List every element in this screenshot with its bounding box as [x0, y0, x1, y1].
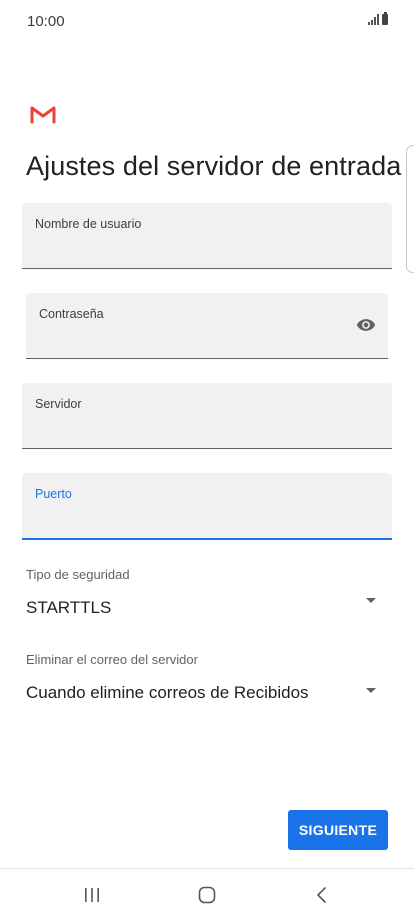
- battery-icon: [382, 12, 388, 25]
- recent-apps-button[interactable]: [62, 869, 122, 920]
- gmail-logo-icon: [30, 106, 56, 124]
- port-input[interactable]: [35, 512, 345, 530]
- page-title: Ajustes del servidor de entrada: [26, 151, 402, 181]
- server-field[interactable]: Servidor: [22, 383, 392, 449]
- status-bar: 10:00: [0, 0, 414, 44]
- status-icons: [368, 12, 388, 25]
- port-field[interactable]: Puerto: [22, 473, 392, 540]
- delete-mail-label: Eliminar el correo del servidor: [26, 652, 198, 667]
- eye-icon[interactable]: [353, 315, 379, 335]
- server-label: Servidor: [35, 397, 82, 411]
- password-input[interactable]: [39, 332, 341, 350]
- security-type-dropdown[interactable]: STARTTLS: [22, 590, 392, 634]
- chevron-down-icon: [366, 688, 376, 693]
- username-input[interactable]: [35, 242, 345, 260]
- home-icon: [198, 886, 216, 903]
- back-icon: [317, 886, 326, 903]
- username-label: Nombre de usuario: [35, 217, 142, 231]
- status-time: 10:00: [27, 13, 65, 30]
- back-button[interactable]: [292, 869, 352, 920]
- next-button[interactable]: SIGUIENTE: [288, 810, 388, 850]
- signal-icon: [368, 14, 379, 25]
- security-type-label: Tipo de seguridad: [26, 567, 130, 582]
- password-field[interactable]: Contraseña: [26, 293, 388, 359]
- navigation-bar: [0, 869, 414, 920]
- username-field[interactable]: Nombre de usuario: [22, 203, 392, 269]
- home-button[interactable]: [177, 869, 237, 920]
- password-label: Contraseña: [39, 307, 104, 321]
- server-input[interactable]: [35, 422, 345, 440]
- recent-apps-icon: [85, 887, 99, 902]
- delete-mail-value: Cuando elimine correos de Recibidos: [26, 683, 309, 702]
- delete-mail-dropdown[interactable]: Cuando elimine correos de Recibidos: [22, 675, 392, 719]
- chevron-down-icon: [366, 598, 376, 603]
- scroll-indicator: [406, 145, 414, 273]
- port-label: Puerto: [35, 487, 72, 501]
- screen: 10:00 Ajustes del servidor de entrada No…: [0, 0, 414, 920]
- security-type-value: STARTTLS: [26, 598, 112, 617]
